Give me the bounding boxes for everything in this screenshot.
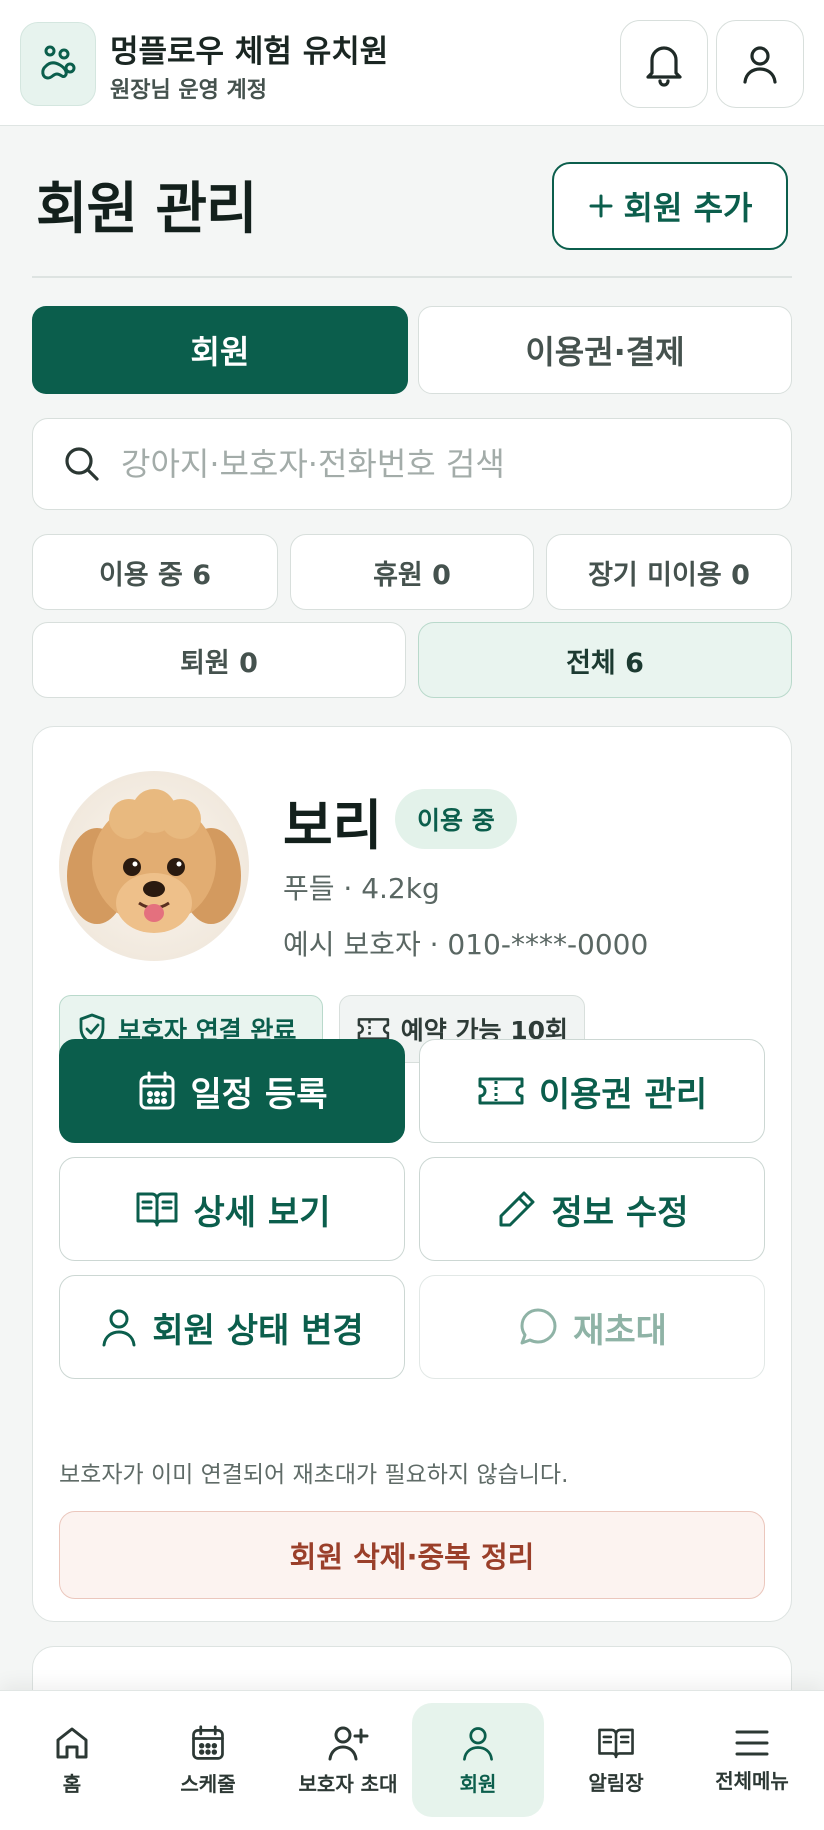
pass-manage-label: 이용권 관리 xyxy=(538,1074,708,1115)
edit-info-button[interactable]: 정보 수정 xyxy=(419,1157,765,1261)
member-card: 보리 이용 중 푸들 · 4.2kg 예시 보호자 · 010-****-000… xyxy=(32,726,792,1622)
schedule-register-button[interactable]: 일정 등록 xyxy=(59,1039,405,1143)
add-member-label: 회원 추가 xyxy=(623,189,753,227)
nav-home-label: 홈 xyxy=(62,1771,82,1796)
menu-icon xyxy=(735,1730,769,1755)
bell-icon xyxy=(646,46,682,87)
nav-guardian-invite[interactable]: 보호자 초대 xyxy=(282,1703,414,1817)
profile-button[interactable] xyxy=(716,20,804,108)
nav-schedule[interactable]: 스케줄 xyxy=(142,1703,274,1817)
nav-notice-label: 알림장 xyxy=(588,1770,644,1795)
add-member-button[interactable]: 회원 추가 xyxy=(552,162,788,250)
change-status-label: 회원 상태 변경 xyxy=(152,1310,364,1351)
reinvite-label: 재초대 xyxy=(573,1310,667,1351)
nav-full-menu[interactable]: 전체메뉴 xyxy=(686,1703,818,1817)
ticket-icon xyxy=(478,1077,524,1105)
pet-avatar xyxy=(59,771,249,961)
nav-full-menu-label: 전체메뉴 xyxy=(715,1768,789,1793)
nav-members-label: 회원 xyxy=(459,1771,497,1796)
paw-logo-icon xyxy=(20,22,96,106)
delete-member-button[interactable]: 회원 삭제·중복 정리 xyxy=(59,1511,765,1599)
detail-view-button[interactable]: 상세 보기 xyxy=(59,1157,405,1261)
change-status-button[interactable]: 회원 상태 변경 xyxy=(59,1275,405,1379)
notification-button[interactable] xyxy=(620,20,708,108)
status-badge: 이용 중 xyxy=(395,789,517,849)
pass-manage-button[interactable]: 이용권 관리 xyxy=(419,1039,765,1143)
page-title: 회원 관리 xyxy=(36,177,258,242)
divider xyxy=(32,276,792,278)
calendar-icon xyxy=(192,1724,224,1760)
search-icon xyxy=(65,447,99,481)
reinvite-button[interactable]: 재초대 xyxy=(419,1275,765,1379)
nav-notice[interactable]: 알림장 xyxy=(550,1703,682,1817)
user-icon xyxy=(743,46,777,84)
account-subtitle: 원장님 운영 계정 xyxy=(110,78,267,103)
brand-title: 멍플로우 체험 유치원 xyxy=(110,34,389,70)
nav-schedule-label: 스케줄 xyxy=(180,1771,236,1796)
guardian-info: 예시 보호자 · 010-****-0000 xyxy=(283,928,649,961)
search-box xyxy=(32,418,792,510)
nav-guardian-invite-label: 보호자 초대 xyxy=(298,1771,398,1796)
plus-icon xyxy=(589,194,613,218)
user-icon xyxy=(102,1309,136,1347)
user-icon xyxy=(463,1726,493,1761)
reinvite-note: 보호자가 이미 연결되어 재초대가 필요하지 않습니다. xyxy=(59,1462,569,1488)
top-bar: 멍플로우 체험 유치원 원장님 운영 계정 xyxy=(0,0,824,126)
nav-home[interactable]: 홈 xyxy=(6,1703,138,1817)
edit-info-label: 정보 수정 xyxy=(551,1192,689,1233)
filter-withdrawn[interactable]: 퇴원 0 xyxy=(32,622,406,698)
book-icon xyxy=(598,1728,634,1758)
filter-long-unused[interactable]: 장기 미이용 0 xyxy=(546,534,792,610)
filter-paused[interactable]: 휴원 0 xyxy=(290,534,534,610)
pet-breed-weight: 푸들 · 4.2kg xyxy=(283,872,440,905)
user-plus-icon xyxy=(328,1726,369,1760)
chat-bubble-icon xyxy=(520,1308,557,1345)
pet-name: 보리 xyxy=(283,794,383,857)
pencil-icon xyxy=(499,1191,535,1227)
filter-active[interactable]: 이용 중 6 xyxy=(32,534,278,610)
book-icon xyxy=(136,1192,178,1227)
bottom-nav: 홈 스케줄 보호자 초대 회원 알림장 전체메뉴 xyxy=(0,1690,824,1830)
tab-pass-payment[interactable]: 이용권·결제 xyxy=(418,306,792,394)
nav-members[interactable]: 회원 xyxy=(412,1703,544,1817)
schedule-register-label: 일정 등록 xyxy=(190,1074,328,1115)
detail-view-label: 상세 보기 xyxy=(193,1192,331,1233)
tab-members[interactable]: 회원 xyxy=(32,306,408,394)
calendar-icon xyxy=(139,1071,175,1110)
filter-all[interactable]: 전체 6 xyxy=(418,622,792,698)
search-input[interactable] xyxy=(121,445,741,483)
home-icon xyxy=(56,1727,88,1758)
